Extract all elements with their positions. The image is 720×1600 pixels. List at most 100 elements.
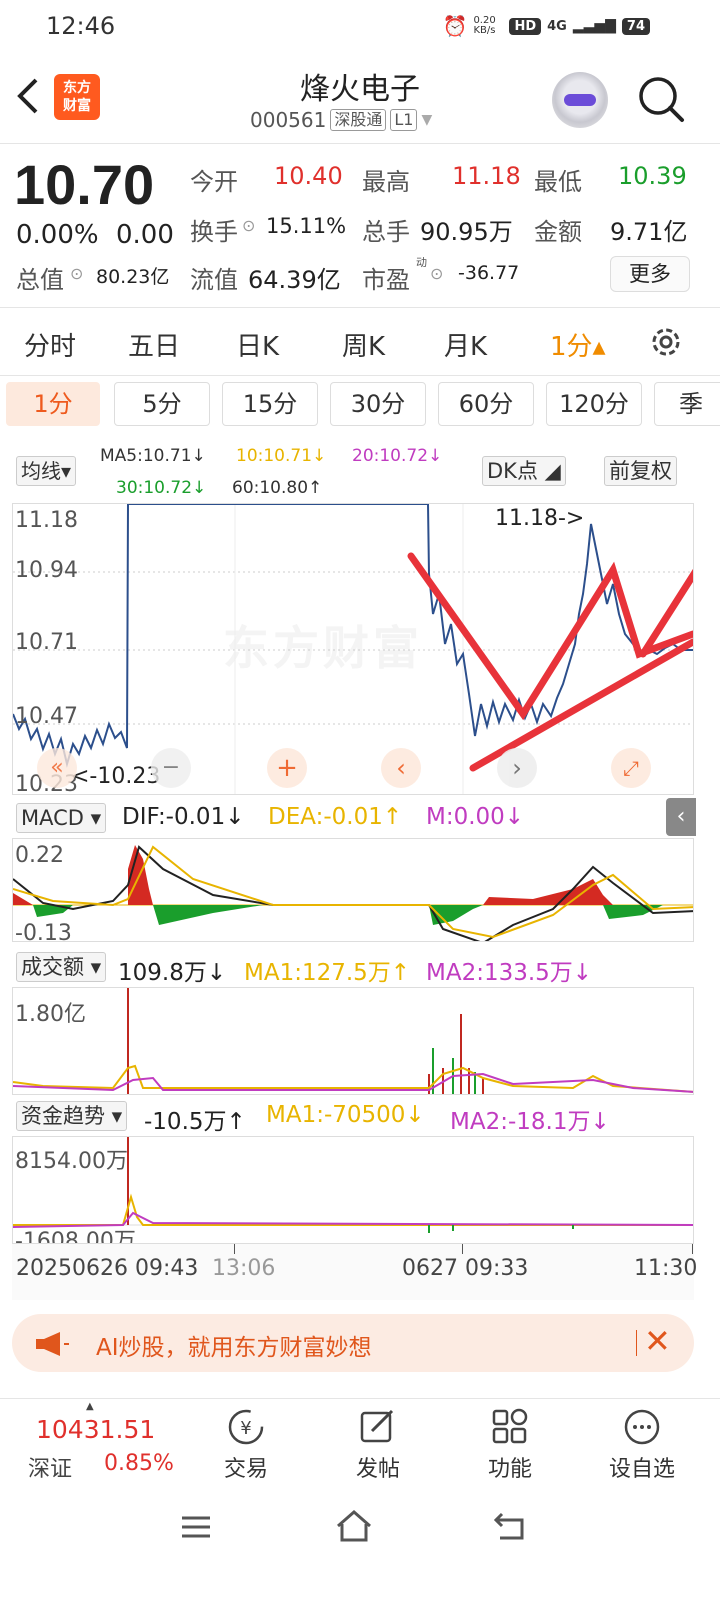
hd-badge: HD [509, 17, 542, 35]
volume-chart[interactable]: 1.80亿 [12, 987, 694, 1095]
ai-robot-avatar[interactable] [552, 72, 608, 128]
nav-post-label: 发帖 [355, 1457, 400, 1482]
info-icon[interactable]: ⊙ [242, 216, 255, 235]
info-icon[interactable]: ⊙ [70, 264, 83, 283]
nav-post[interactable]: 发帖 [318, 1407, 438, 1483]
x-tick [234, 1244, 235, 1254]
macd-y-top: 0.22 [15, 843, 64, 868]
status-time: 12:46 [46, 12, 116, 40]
close-banner-button[interactable]: ✕ [644, 1322, 671, 1360]
mtab-quarter[interactable]: 季 [654, 382, 720, 426]
tab-weekly-k[interactable]: 周K [342, 326, 385, 363]
scroll-left-button[interactable]: ‹ [381, 748, 421, 788]
nav-trade-label: 交易 [223, 1457, 268, 1482]
nav-function[interactable]: 功能 [450, 1407, 570, 1483]
dropdown-icon: ▼ [421, 112, 433, 128]
mtab-120min[interactable]: 120分 [546, 382, 642, 426]
megaphone-icon [36, 1332, 69, 1356]
stock-name: 烽火电子 [300, 72, 420, 107]
ai-promo-banner[interactable]: AI炒股，就用东方财富妙想 ✕ [12, 1314, 694, 1372]
x-tick [692, 1244, 693, 1254]
mtab-60min[interactable]: 60分 [438, 382, 534, 426]
zoom-out-button[interactable]: − [151, 748, 191, 788]
mtab-15min[interactable]: 15分 [222, 382, 318, 426]
period-tabs: 分时 五日 日K 周K 月K 1分▴ [0, 308, 720, 376]
gear-icon [652, 328, 680, 356]
float-label: 流值 [190, 266, 238, 294]
search-icon [639, 77, 684, 122]
macd-svg [13, 845, 693, 941]
tab-intraday[interactable]: 分时 [24, 326, 76, 363]
fund-flow-select[interactable]: 资金趋势 ▾ [16, 1101, 128, 1131]
nav-trade[interactable]: ¥ 交易 [186, 1407, 306, 1483]
ma20-label: 20:10.72↓ [352, 446, 443, 466]
menu-icon[interactable] [178, 1512, 214, 1542]
minute-tabs: 1分 5分 15分 30分 60分 120分 季 [0, 382, 720, 430]
mtab-30min[interactable]: 30分 [330, 382, 426, 426]
macd-dea: DEA:-0.01↑ [268, 804, 403, 830]
mtab-5min[interactable]: 5分 [114, 382, 210, 426]
ma10-label: 10:10.71↓ [236, 446, 327, 466]
fullscreen-button[interactable]: ⤢ [611, 748, 651, 788]
fund-flow-ma2: MA2:-18.1万↓ [450, 1109, 610, 1135]
ma60-label: 60:10.80↑ [232, 478, 323, 498]
more-button[interactable]: 更多 [610, 256, 690, 292]
index-change[interactable]: 0.85% [104, 1451, 174, 1476]
fund-flow-y-top: 8154.00万 [15, 1149, 128, 1174]
volume-ma2: MA2:133.5万↓ [426, 960, 593, 986]
macd-select[interactable]: MACD ▾ [16, 803, 107, 833]
chart-settings-button[interactable] [646, 322, 686, 362]
stock-code-row[interactable]: 000561 深股通 L1 ▼ [250, 108, 432, 132]
y-label-top: 11.18 [15, 508, 78, 533]
stock-code: 000561 [250, 108, 327, 132]
macd-chart[interactable]: 0.22 -0.13 [12, 838, 694, 942]
mtab-1min[interactable]: 1分 [6, 382, 100, 426]
grid-icon [492, 1408, 528, 1444]
more-dots-icon [624, 1409, 660, 1445]
index-value[interactable]: 10431.51 [36, 1415, 155, 1444]
low-annotation: <-10.23 [71, 764, 161, 789]
fund-flow-chart[interactable]: 8154.00万 -1608.00万 [12, 1136, 694, 1244]
volume-ma1: MA1:127.5万↑ [244, 960, 411, 986]
rewind-button[interactable]: « [37, 748, 77, 788]
level-tag: L1 [390, 109, 418, 131]
pe-label: 市盈 [362, 266, 410, 294]
ma30-label: 30:10.72↓ [116, 478, 207, 498]
macd-m: M:0.00↓ [426, 804, 525, 830]
volume-amount-value: 109.8万↓ [118, 960, 227, 986]
price-chart-svg [13, 504, 693, 794]
home-icon[interactable] [334, 1508, 374, 1544]
tab-daily-k[interactable]: 日K [236, 326, 279, 363]
signal-icon: ▂▃▅▇ [572, 18, 616, 34]
tab-five-day[interactable]: 五日 [128, 326, 180, 363]
high-value: 11.18 [452, 162, 521, 190]
ma-indicator-select[interactable]: 均线▾ [16, 456, 77, 486]
macd-green-bars [33, 905, 663, 925]
x-tick [462, 1244, 463, 1254]
high-annotation: 11.18-> [495, 506, 585, 531]
tab-minute[interactable]: 1分▴ [550, 326, 606, 363]
adjust-select[interactable]: 前复权 [604, 456, 677, 486]
back-nav-icon[interactable] [492, 1510, 528, 1542]
search-button[interactable] [636, 74, 686, 124]
amount-label: 金额 [534, 218, 582, 246]
info-icon[interactable]: ⊙ [430, 264, 443, 283]
change-amount: 0.00 [116, 220, 174, 250]
scroll-right-button[interactable]: › [497, 748, 537, 788]
nav-add-watchlist[interactable]: 设自选 [582, 1407, 702, 1483]
dk-point-toggle[interactable]: DK点 ◢ [482, 456, 566, 486]
collapse-panel-button[interactable]: ‹ [666, 798, 696, 836]
net-speed: 0.20 KB/s [473, 15, 496, 36]
price-line [13, 504, 693, 768]
index-name[interactable]: 深证 [28, 1451, 72, 1483]
price-chart[interactable]: 东方财富 11.18 10.94 10.71 10.47 10.23 11.18… [12, 503, 694, 795]
high-label: 最高 [362, 168, 410, 196]
battery-icon: 74 [621, 17, 650, 35]
turnover-label: 换手 [190, 218, 238, 246]
dk-label: DK点 [487, 459, 538, 483]
zoom-in-button[interactable]: + [267, 748, 307, 788]
macd-y-bottom: -0.13 [15, 921, 72, 942]
float-value: 64.39亿 [248, 266, 341, 294]
tab-monthly-k[interactable]: 月K [444, 326, 487, 363]
volume-indicator-select[interactable]: 成交额 ▾ [16, 952, 107, 982]
